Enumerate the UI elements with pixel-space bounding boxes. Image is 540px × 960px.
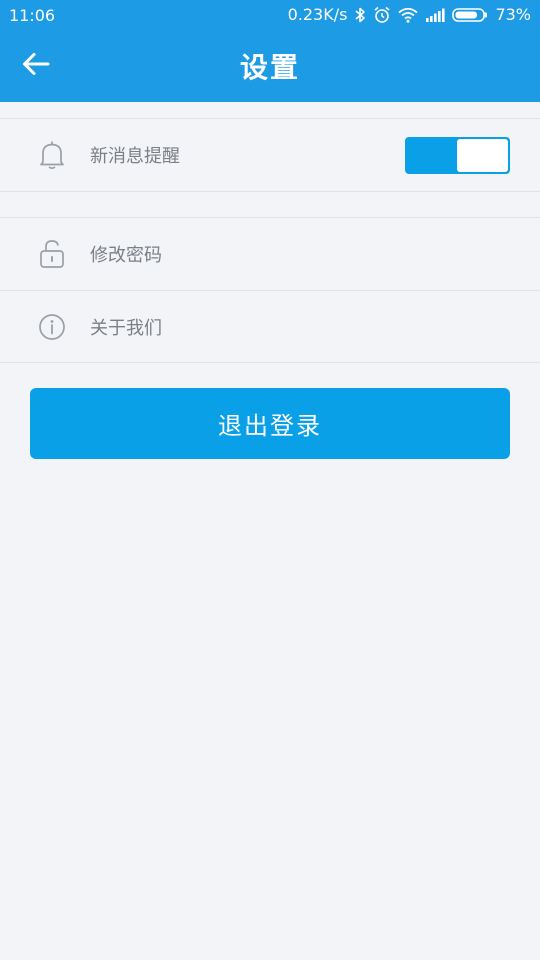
battery-icon xyxy=(452,7,488,23)
change-password-row[interactable]: 修改密码 xyxy=(0,218,540,290)
wifi-icon xyxy=(398,7,419,23)
net-speed: 0.23K/s xyxy=(287,5,348,24)
bluetooth-icon xyxy=(354,7,366,23)
status-bar: 11:06 0.23K/s 73% xyxy=(0,0,540,30)
page-title: 设置 xyxy=(239,51,300,84)
toggle-knob xyxy=(457,138,508,172)
notification-label: 新消息提醒 xyxy=(90,146,180,167)
notification-row: 新消息提醒 xyxy=(0,119,540,191)
nav-bar: 设置 xyxy=(0,30,540,102)
unlock-icon xyxy=(38,240,66,268)
status-time: 11:06 xyxy=(9,6,56,25)
notification-group: 新消息提醒 xyxy=(0,118,540,192)
info-icon xyxy=(38,313,66,341)
bell-icon xyxy=(38,141,66,170)
signal-icon xyxy=(425,7,446,23)
change-password-label: 修改密码 xyxy=(90,245,162,266)
about-label: 关于我们 xyxy=(90,317,162,339)
notification-toggle[interactable] xyxy=(405,136,510,174)
alarm-icon xyxy=(373,6,391,24)
about-row[interactable]: 关于我们 xyxy=(0,290,540,362)
battery-percent: 73% xyxy=(495,5,531,24)
logout-button[interactable]: 退出登录 xyxy=(30,388,510,459)
account-group: 修改密码 关于我们 xyxy=(0,217,540,363)
status-icons: 0.23K/s 73% xyxy=(288,5,531,24)
